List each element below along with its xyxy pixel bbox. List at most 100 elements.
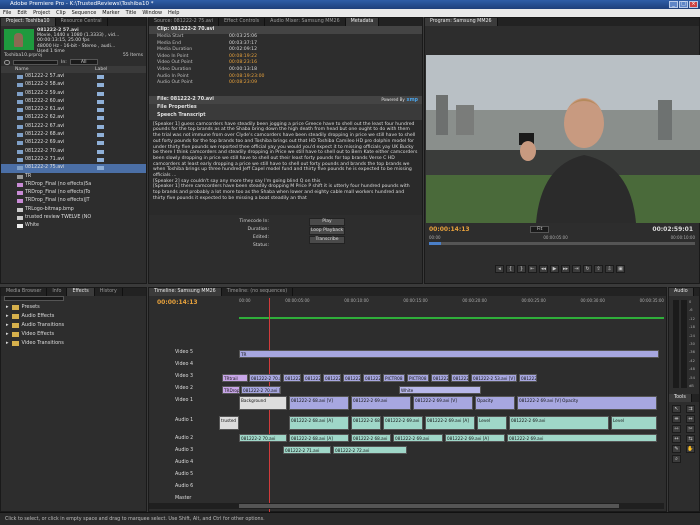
track-video-4[interactable]: Video 4: [149, 362, 236, 367]
list-item[interactable]: 081222-2 59.avi: [1, 90, 146, 98]
timeline-clip[interactable]: 081222-2 69.avi: [383, 416, 423, 430]
timeline-clip[interactable]: trusted: [219, 416, 239, 430]
tab-source[interactable]: Source: 081222-2 75.avi: [149, 18, 219, 26]
field-value[interactable]: 00:08:23:09: [229, 80, 257, 87]
list-item[interactable]: 081222-2 70.avi: [1, 148, 146, 156]
menu-help[interactable]: Help: [168, 9, 179, 17]
step-back-icon[interactable]: ◂: [495, 265, 504, 273]
list-item[interactable]: White: [1, 222, 146, 230]
list-item[interactable]: 081222-2 68.avi: [1, 131, 146, 139]
folder-video-transitions[interactable]: ▸ Video Transitions: [1, 339, 146, 348]
transcribe-button[interactable]: Transcribe: [309, 235, 345, 244]
go-to-out-icon[interactable]: ⇥: [572, 265, 581, 273]
timeline-clip[interactable]: PICTR08: [383, 374, 405, 382]
list-item[interactable]: 081222-2 60.avi: [1, 98, 146, 106]
zoom-tool-icon[interactable]: ⌕: [672, 455, 681, 463]
lift-icon[interactable]: ⇧: [594, 265, 603, 273]
in-select[interactable]: All: [69, 59, 98, 65]
program-scrubber[interactable]: [429, 242, 695, 245]
list-item[interactable]: TR: [1, 173, 146, 181]
slide-tool-icon[interactable]: ⇆: [686, 435, 695, 443]
folder-audio-effects[interactable]: ▸ Audio Effects: [1, 312, 146, 321]
ripple-edit-tool-icon[interactable]: ⇹: [672, 415, 681, 423]
tab-effect-controls[interactable]: Effect Controls: [219, 18, 266, 26]
track-audio-6[interactable]: Audio 6: [149, 484, 236, 489]
list-item[interactable]: TRLogo-bitmap.bmp: [1, 206, 146, 214]
timeline-clip[interactable]: 081222-2 69.avi [V]: [413, 396, 473, 410]
maximize-button[interactable]: □: [679, 1, 688, 8]
timeline-clip[interactable]: PICTR08: [407, 374, 429, 382]
timeline-clip[interactable]: 081222-2: [323, 374, 341, 382]
rolling-edit-tool-icon[interactable]: ⇔: [686, 415, 695, 423]
menu-sequence[interactable]: Sequence: [72, 9, 97, 17]
list-item[interactable]: 081222-2 57.avi: [1, 73, 146, 81]
rewind-icon[interactable]: ◂◂: [539, 265, 548, 273]
timeline-clip[interactable]: 081222-2 69.avi: [509, 416, 609, 430]
track-audio-4[interactable]: Audio 4: [149, 460, 236, 465]
menu-project[interactable]: Project: [33, 9, 50, 17]
close-button[interactable]: ×: [689, 1, 698, 8]
list-item[interactable]: 081222-2 71.avi: [1, 156, 146, 164]
clip-section-header[interactable]: Clip: 081222-2 70.avi: [149, 26, 422, 34]
clip-tr[interactable]: TR: [239, 350, 659, 358]
razor-tool-icon[interactable]: ✂: [686, 425, 695, 433]
tab-metadata[interactable]: Metadata: [345, 18, 380, 26]
timeline-clip[interactable]: 081222-2 69.avi [V] Opacity: [517, 396, 657, 410]
timeline-clip[interactable]: 081222-2 69.avi: [351, 396, 411, 410]
timeline-clip[interactable]: 081222-2 70.avi: [239, 434, 287, 442]
track-audio-3[interactable]: Audio 3: [149, 448, 236, 453]
go-to-in-icon[interactable]: ⇤: [528, 265, 537, 273]
timeline-clip[interactable]: 081222-2: [283, 374, 301, 382]
tab-history[interactable]: History: [95, 288, 123, 296]
pen-tool-icon[interactable]: ✎: [672, 445, 681, 453]
timeline-clip[interactable]: 081222-2 69.avi: [393, 434, 443, 442]
list-item[interactable]: TRDrop_Final (no effects)To: [1, 189, 146, 197]
timeline-timecode[interactable]: 00:00:14:13: [157, 299, 198, 306]
loop-playback-button[interactable]: Loop Playback: [309, 226, 345, 235]
tab-timeline-none[interactable]: Timeline: (no sequences): [222, 288, 294, 296]
folder-audio-transitions[interactable]: ▸ Audio Transitions: [1, 321, 146, 330]
search-icon[interactable]: [4, 60, 10, 65]
tab-resource-central[interactable]: Resource Central: [56, 18, 108, 26]
speech-transcript-text[interactable]: [Speaker 1] guess camcorders have steadi…: [149, 119, 422, 215]
loop-icon[interactable]: ↻: [583, 265, 592, 273]
menu-clip[interactable]: Clip: [56, 9, 65, 17]
menu-window[interactable]: Window: [142, 9, 162, 17]
list-item[interactable]: 081222-2 61.avi: [1, 106, 146, 114]
speech-section-header[interactable]: Speech Transcript: [149, 111, 422, 120]
list-item[interactable]: 081222-2 69.avi: [1, 139, 146, 147]
track-master[interactable]: Master: [149, 496, 236, 501]
timeline-clip[interactable]: 081222-2 68.avi: [351, 416, 381, 430]
play-icon[interactable]: ▶: [550, 265, 559, 273]
effects-search-input[interactable]: [4, 296, 64, 301]
list-item[interactable]: 081222-2 62.avi: [1, 114, 146, 122]
list-item[interactable]: TRDrop_Final (no effects)5a: [1, 181, 146, 189]
menu-marker[interactable]: Marker: [102, 9, 119, 17]
tab-info[interactable]: Info: [47, 288, 68, 296]
timeline-clip[interactable]: 081222-2 68.avi [A]: [289, 416, 349, 430]
folder-presets[interactable]: ▸ Presets: [1, 303, 146, 312]
set-in-icon[interactable]: {: [506, 265, 515, 273]
timeline-clip[interactable]: TRDrop: [222, 386, 240, 394]
track-audio-5[interactable]: Audio 5: [149, 472, 236, 477]
track-audio-2[interactable]: Audio 2: [149, 436, 236, 441]
timeline-clip[interactable]: 081222-2 68.avi [A]: [289, 434, 349, 442]
list-item[interactable]: trusted review TWELVE (NO: [1, 214, 146, 222]
program-video-frame[interactable]: [426, 55, 700, 223]
tab-program[interactable]: Program: Samsung MM26: [425, 18, 498, 26]
timeline-clip[interactable]: 081222-2: [303, 374, 321, 382]
search-input[interactable]: [13, 60, 58, 65]
menu-edit[interactable]: Edit: [17, 9, 27, 17]
tab-tools[interactable]: Tools: [669, 394, 692, 402]
list-item[interactable]: 081222-2 67.avi: [1, 123, 146, 131]
export-frame-icon[interactable]: ▣: [616, 265, 625, 273]
timeline-clip[interactable]: 081222-2: [363, 374, 381, 382]
timeline-clip[interactable]: 081222-2 68.avi: [351, 434, 391, 442]
timeline-clip[interactable]: 081222-2 71.avi: [283, 446, 331, 454]
file-properties-header[interactable]: File Properties: [149, 103, 422, 112]
timeline-clip[interactable]: 081222-2 53.avi [V]: [471, 374, 517, 382]
timeline-clip[interactable]: 081222-2 70.avi [V]: [249, 374, 281, 382]
timeline-clip[interactable]: 081222-2 69.avi [A]: [425, 416, 475, 430]
fit-select[interactable]: Fit: [530, 226, 550, 233]
slip-tool-icon[interactable]: ↔: [672, 435, 681, 443]
